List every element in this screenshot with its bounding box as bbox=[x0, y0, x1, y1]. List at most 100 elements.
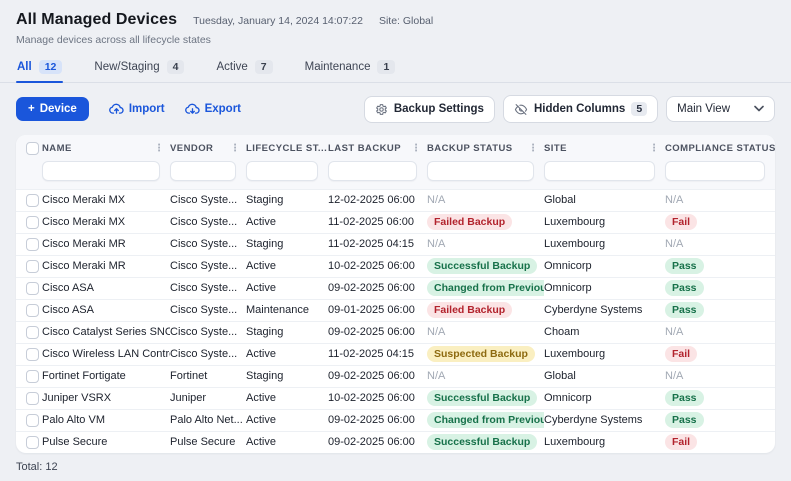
row-checkbox[interactable] bbox=[26, 260, 39, 273]
column-menu-icon[interactable]: ⋮ bbox=[526, 143, 540, 154]
filter-input-last_backup[interactable] bbox=[328, 161, 417, 181]
filter-input-lifecycle[interactable] bbox=[246, 161, 318, 181]
table-row: Cisco Catalyst Series SNOVCisco Syste...… bbox=[16, 321, 775, 343]
cell-site: Global bbox=[544, 189, 665, 211]
table-row: Cisco Meraki MRCisco Syste...Active10-02… bbox=[16, 255, 775, 277]
site-label: Site: Global bbox=[379, 15, 433, 27]
na-value: N/A bbox=[665, 370, 683, 382]
cell-vendor: Cisco Syste... bbox=[170, 233, 246, 255]
tab-all[interactable]: All12 bbox=[16, 53, 63, 82]
tab-new-staging[interactable]: New/Staging4 bbox=[93, 53, 185, 82]
status-badge: Pass bbox=[665, 258, 704, 274]
row-checkbox[interactable] bbox=[26, 436, 39, 449]
column-label: SITE bbox=[544, 143, 567, 154]
table-row: Palo Alto VMPalo Alto Net...Active09-02-… bbox=[16, 409, 775, 431]
table-row: Cisco Meraki MRCisco Syste...Staging11-0… bbox=[16, 233, 775, 255]
cell-compliance: N/A bbox=[665, 233, 775, 255]
eye-off-icon bbox=[514, 103, 528, 116]
cell-name: Cisco Catalyst Series SNOV bbox=[42, 321, 170, 343]
cell-backup_status: Changed from Previous bbox=[427, 277, 544, 299]
cell-name: Cisco Meraki MX bbox=[42, 189, 170, 211]
column-menu-icon[interactable]: ⋮ bbox=[647, 143, 661, 154]
status-badge: Changed from Previous bbox=[427, 412, 544, 428]
row-checkbox[interactable] bbox=[26, 304, 39, 317]
status-badge: Suspected Backup bbox=[427, 346, 535, 362]
cell-compliance: Fail bbox=[665, 343, 775, 365]
table-row: Cisco Meraki MXCisco Syste...Active11-02… bbox=[16, 211, 775, 233]
row-checkbox[interactable] bbox=[26, 370, 39, 383]
cell-backup_status: N/A bbox=[427, 189, 544, 211]
status-badge: Pass bbox=[665, 412, 704, 428]
hidden-columns-button[interactable]: Hidden Columns 5 bbox=[503, 95, 658, 123]
cell-vendor: Cisco Syste... bbox=[170, 299, 246, 321]
cell-backup_status: Suspected Backup bbox=[427, 343, 544, 365]
status-badge: Successful Backup bbox=[427, 390, 537, 406]
cell-backup_status: N/A bbox=[427, 233, 544, 255]
row-checkbox[interactable] bbox=[26, 282, 39, 295]
table-row: Cisco ASACisco Syste...Maintenance09-01-… bbox=[16, 299, 775, 321]
export-button[interactable]: Export bbox=[185, 103, 241, 115]
view-select-value: Main View bbox=[677, 103, 730, 115]
status-badge: Pass bbox=[665, 302, 704, 318]
cell-compliance: Fail bbox=[665, 211, 775, 233]
gear-icon bbox=[375, 103, 388, 116]
row-checkbox[interactable] bbox=[26, 194, 39, 207]
cell-name: Cisco ASA bbox=[42, 299, 170, 321]
row-checkbox[interactable] bbox=[26, 326, 39, 339]
filter-input-compliance[interactable] bbox=[665, 161, 765, 181]
na-value: N/A bbox=[427, 238, 445, 250]
cell-compliance: N/A bbox=[665, 321, 775, 343]
filter-input-backup_status[interactable] bbox=[427, 161, 534, 181]
column-header-lifecycle: LIFECYCLE ST...⋮ bbox=[246, 135, 328, 157]
row-checkbox[interactable] bbox=[26, 414, 39, 427]
import-button[interactable]: Import bbox=[109, 103, 165, 115]
cell-vendor: Juniper bbox=[170, 387, 246, 409]
cell-vendor: Cisco Syste... bbox=[170, 189, 246, 211]
cell-vendor: Cisco Syste... bbox=[170, 277, 246, 299]
cell-site: Omnicorp bbox=[544, 255, 665, 277]
column-header-last_backup: LAST BACKUP⋮ bbox=[328, 135, 427, 157]
filter-input-name[interactable] bbox=[42, 161, 160, 181]
view-select[interactable]: Main View bbox=[666, 96, 775, 122]
hidden-columns-count: 5 bbox=[631, 102, 647, 116]
table-row: Juniper VSRXJuniperActive10-02-2025 06:0… bbox=[16, 387, 775, 409]
cell-backup_status: Failed Backup bbox=[427, 211, 544, 233]
cell-last_backup: 09-02-2025 06:00 bbox=[328, 409, 427, 431]
add-device-button[interactable]: + Device bbox=[16, 97, 89, 121]
na-value: N/A bbox=[665, 238, 683, 250]
cell-last_backup: 10-02-2025 06:00 bbox=[328, 387, 427, 409]
tab-maintenance[interactable]: Maintenance1 bbox=[304, 53, 397, 82]
column-menu-icon[interactable]: ⋮ bbox=[409, 143, 423, 154]
column-label: COMPLIANCE STATUS bbox=[665, 143, 775, 154]
column-menu-icon[interactable]: ⋮ bbox=[228, 143, 242, 154]
column-menu-icon[interactable]: ⋮ bbox=[152, 143, 166, 154]
tab-bar: All12 New/Staging4 Active7 Maintenance1 bbox=[0, 53, 791, 83]
cell-lifecycle: Active bbox=[246, 387, 328, 409]
filter-input-site[interactable] bbox=[544, 161, 655, 181]
cell-site: Omnicorp bbox=[544, 277, 665, 299]
status-badge: Changed from Previous bbox=[427, 280, 544, 296]
cell-compliance: Pass bbox=[665, 387, 775, 409]
row-checkbox[interactable] bbox=[26, 216, 39, 229]
select-all-checkbox[interactable] bbox=[26, 142, 39, 155]
cell-backup_status: Changed from Previous bbox=[427, 409, 544, 431]
filter-input-vendor[interactable] bbox=[170, 161, 236, 181]
cell-site: Cyberdyne Systems bbox=[544, 409, 665, 431]
total-count: Total: 12 bbox=[0, 453, 791, 481]
select-all-cell bbox=[16, 135, 42, 157]
row-checkbox[interactable] bbox=[26, 348, 39, 361]
table-header-row: NAME⋮VENDOR⋮LIFECYCLE ST...⋮LAST BACKUP⋮… bbox=[16, 135, 775, 157]
column-header-site: SITE ⋮ bbox=[544, 135, 665, 157]
row-checkbox[interactable] bbox=[26, 238, 39, 251]
cell-site: Luxembourg bbox=[544, 431, 665, 453]
cell-backup_status: Successful Backup bbox=[427, 431, 544, 453]
cell-vendor: Cisco Syste... bbox=[170, 255, 246, 277]
backup-settings-button[interactable]: Backup Settings bbox=[364, 96, 495, 123]
cell-vendor: Palo Alto Net... bbox=[170, 409, 246, 431]
cell-vendor: Fortinet bbox=[170, 365, 246, 387]
cell-name: Pulse Secure bbox=[42, 431, 170, 453]
tab-label: Active bbox=[216, 61, 247, 73]
row-checkbox[interactable] bbox=[26, 392, 39, 405]
tab-active[interactable]: Active7 bbox=[215, 53, 273, 82]
cell-backup_status: Successful Backup bbox=[427, 387, 544, 409]
